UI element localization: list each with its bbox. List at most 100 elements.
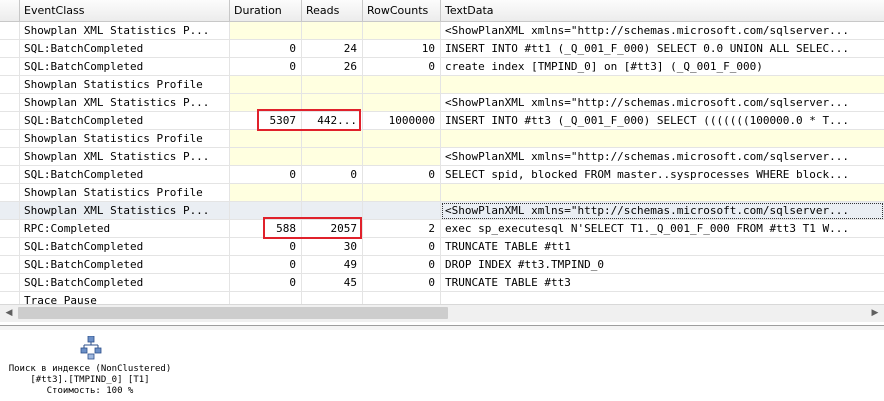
- cell-duration: 0: [230, 58, 302, 76]
- table-row[interactable]: SQL:BatchCompleted 5307 442... 1000000 INSER…: [0, 112, 884, 130]
- cell-eventclass: RPC:Completed: [20, 220, 230, 238]
- cell-duration: [230, 22, 302, 40]
- table-row[interactable]: Showplan Statistics Profile: [0, 76, 884, 94]
- cell-reads: 49: [302, 256, 363, 274]
- scroll-left-icon[interactable]: ◀: [2, 307, 16, 320]
- table-row[interactable]: SQL:BatchCompleted 0 45 0 TRUNCATE TABLE #tt…: [0, 274, 884, 292]
- horizontal-scrollbar[interactable]: ◀ ▶: [0, 304, 884, 322]
- highlight-box: [257, 109, 361, 131]
- row-indicator: [0, 148, 20, 166]
- cell-reads: [302, 130, 363, 148]
- cell-eventclass: SQL:BatchCompleted: [20, 40, 230, 58]
- cell-eventclass: SQL:BatchCompleted: [20, 112, 230, 130]
- cell-eventclass: SQL:BatchCompleted: [20, 238, 230, 256]
- cell-textdata: create index [TMPIND_0] on [#tt3] (_Q_00…: [441, 58, 884, 76]
- cell-duration: [230, 184, 302, 202]
- scroll-right-icon[interactable]: ▶: [868, 307, 882, 320]
- execution-plan-pane: Поиск в индексе (NonClustered) [#tt3].[T…: [0, 330, 884, 401]
- plan-cost: Стоимость: 100 %: [46, 386, 134, 396]
- column-header-reads[interactable]: Reads: [302, 0, 363, 21]
- cell-rowcounts: [363, 94, 441, 112]
- cell-eventclass: Showplan XML Statistics P...: [20, 94, 230, 112]
- cell-rowcounts: 10: [363, 40, 441, 58]
- cell-duration: [230, 148, 302, 166]
- cell-eventclass: Showplan XML Statistics P...: [20, 148, 230, 166]
- cell-textdata: DROP INDEX #tt3.TMPIND_0: [441, 256, 884, 274]
- cell-duration: [230, 130, 302, 148]
- row-indicator: [0, 220, 20, 238]
- table-row[interactable]: Showplan Statistics Profile: [0, 184, 884, 202]
- cell-reads: 45: [302, 274, 363, 292]
- cell-textdata: [441, 184, 884, 202]
- column-header-textdata[interactable]: TextData: [441, 0, 884, 21]
- cell-rowcounts: 0: [363, 256, 441, 274]
- cell-duration: 0: [230, 166, 302, 184]
- table-row[interactable]: SQL:BatchCompleted 0 26 0 create index [TMPI…: [0, 58, 884, 76]
- table-row[interactable]: Showplan XML Statistics P... <ShowPlanXML…: [0, 94, 884, 112]
- cell-reads: 24: [302, 40, 363, 58]
- scrollbar-thumb[interactable]: [18, 307, 448, 319]
- table-row[interactable]: Showplan XML Statistics P... <ShowPlanXML…: [0, 202, 884, 220]
- cell-rowcounts: 0: [363, 58, 441, 76]
- row-indicator: [0, 184, 20, 202]
- row-indicator: [0, 22, 20, 40]
- cell-rowcounts: 0: [363, 274, 441, 292]
- cell-duration: 0: [230, 238, 302, 256]
- cell-textdata: [441, 76, 884, 94]
- cell-eventclass: Showplan Statistics Profile: [20, 184, 230, 202]
- row-indicator: [0, 112, 20, 130]
- plan-operator-name: Поиск в индексе (NonClustered): [8, 364, 172, 374]
- cell-eventclass: Showplan Statistics Profile: [20, 76, 230, 94]
- row-indicator: [0, 202, 20, 220]
- index-seek-icon[interactable]: [80, 336, 102, 360]
- table-row[interactable]: SQL:BatchCompleted 0 24 10 INSERT INTO #tt1 …: [0, 40, 884, 58]
- cell-textdata: TRUNCATE TABLE #tt3: [441, 274, 884, 292]
- table-row[interactable]: Showplan XML Statistics P... <ShowPlanXML…: [0, 22, 884, 40]
- table-row[interactable]: Showplan Statistics Profile: [0, 130, 884, 148]
- table-row[interactable]: Showplan XML Statistics P... <ShowPlanXML…: [0, 148, 884, 166]
- table-row[interactable]: SQL:BatchCompleted 0 30 0 TRUNCATE TABLE #tt…: [0, 238, 884, 256]
- row-indicator: [0, 238, 20, 256]
- highlight-box: [263, 217, 362, 239]
- column-header-eventclass[interactable]: EventClass: [20, 0, 230, 21]
- column-header-rowcounts[interactable]: RowCounts: [363, 0, 441, 21]
- row-indicator-header: [0, 0, 20, 21]
- cell-textdata: [441, 130, 884, 148]
- table-row[interactable]: SQL:BatchCompleted 0 0 0 SELECT spid, blocke…: [0, 166, 884, 184]
- cell-textdata: <ShowPlanXML xmlns="http://schemas.micro…: [441, 94, 884, 112]
- cell-eventclass: Showplan Statistics Profile: [20, 130, 230, 148]
- cell-reads: [302, 22, 363, 40]
- cell-reads: 0: [302, 166, 363, 184]
- cell-eventclass: SQL:BatchCompleted: [20, 166, 230, 184]
- row-indicator: [0, 130, 20, 148]
- cell-textdata: <ShowPlanXML xmlns="http://schemas.micro…: [441, 202, 884, 220]
- cell-eventclass: Showplan XML Statistics P...: [20, 202, 230, 220]
- cell-rowcounts: 0: [363, 238, 441, 256]
- cell-textdata: <ShowPlanXML xmlns="http://schemas.micro…: [441, 148, 884, 166]
- cell-reads: [302, 148, 363, 166]
- row-indicator: [0, 274, 20, 292]
- row-indicator: [0, 256, 20, 274]
- cell-eventclass: Showplan XML Statistics P...: [20, 22, 230, 40]
- cell-rowcounts: [363, 22, 441, 40]
- cell-rowcounts: 0: [363, 166, 441, 184]
- cell-textdata: <ShowPlanXML xmlns="http://schemas.micro…: [441, 22, 884, 40]
- cell-rowcounts: [363, 184, 441, 202]
- cell-rowcounts: [363, 76, 441, 94]
- column-header-duration[interactable]: Duration: [230, 0, 302, 21]
- row-indicator: [0, 76, 20, 94]
- cell-duration: 0: [230, 40, 302, 58]
- trace-grid[interactable]: EventClass Duration Reads RowCounts Text…: [0, 0, 884, 325]
- table-row[interactable]: SQL:BatchCompleted 0 49 0 DROP INDEX #tt3.TM…: [0, 256, 884, 274]
- table-row[interactable]: RPC:Completed 588 2057 2 exec sp_executesql …: [0, 220, 884, 238]
- cell-duration: [230, 76, 302, 94]
- row-indicator: [0, 40, 20, 58]
- cell-textdata: TRUNCATE TABLE #tt1: [441, 238, 884, 256]
- cell-eventclass: SQL:BatchCompleted: [20, 58, 230, 76]
- cell-eventclass: SQL:BatchCompleted: [20, 256, 230, 274]
- cell-reads: [302, 184, 363, 202]
- cell-textdata: INSERT INTO #tt3 (_Q_001_F_000) SELECT (…: [441, 112, 884, 130]
- cell-rowcounts: 1000000: [363, 112, 441, 130]
- cell-reads: 26: [302, 58, 363, 76]
- row-indicator: [0, 58, 20, 76]
